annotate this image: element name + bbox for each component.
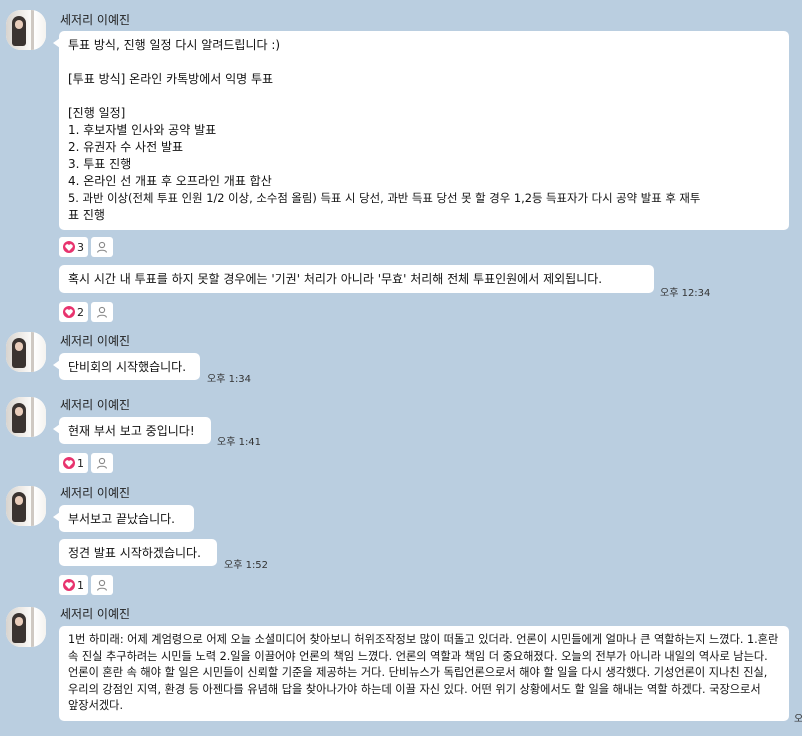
message-blank <box>68 88 780 105</box>
heart-icon <box>63 306 75 318</box>
add-reaction-button[interactable] <box>91 237 113 257</box>
reaction-bar: 1 <box>59 453 113 473</box>
heart-icon <box>63 241 75 253</box>
message-line: [진행 일정] <box>68 106 126 120</box>
reaction-count: 1 <box>77 456 84 470</box>
message-blank <box>68 54 780 71</box>
message-time: 오후 1:41 <box>217 437 262 448</box>
message-text: 부서보고 끝났습니다. <box>68 512 175 526</box>
message-time: 오후 12:34 <box>660 288 711 299</box>
sender-name: 세저리 이예진 <box>60 334 131 348</box>
message-line: 3. 투표 진행 <box>68 157 132 171</box>
heart-reaction-button[interactable]: 2 <box>59 302 88 322</box>
message-line: 5. 과반 이상(전체 투표 인원 1/2 이상, 소수점 올림) 득표 시 당… <box>68 191 701 205</box>
message-bubble[interactable]: 단비회의 시작했습니다. <box>53 353 200 380</box>
sender-name: 세저리 이예진 <box>60 486 131 500</box>
reaction-count: 2 <box>77 305 84 319</box>
message-text: 정견 발표 시작하겠습니다. <box>68 546 201 560</box>
avatar[interactable] <box>6 486 46 526</box>
message-bubble[interactable]: 혹시 시간 내 투표를 하지 못할 경우에는 '기권' 처리가 아니라 '무효'… <box>59 265 654 293</box>
heart-reaction-button[interactable]: 1 <box>59 453 88 473</box>
reaction-count: 3 <box>77 240 84 254</box>
person-icon <box>96 306 108 318</box>
add-reaction-button[interactable] <box>91 453 113 473</box>
message-line: 표 진행 <box>68 208 105 222</box>
message-text: 혹시 시간 내 투표를 하지 못할 경우에는 '기권' 처리가 아니라 '무효'… <box>68 272 603 286</box>
add-reaction-button[interactable] <box>91 575 113 595</box>
person-icon <box>96 241 108 253</box>
message-text: 1번 하미래: 어제 계엄령으로 어제 오늘 소셜미디어 찾아보니 허위조작정보… <box>68 633 779 712</box>
add-reaction-button[interactable] <box>91 302 113 322</box>
message-text: 현재 부서 보고 중입니다! <box>68 424 195 438</box>
reaction-bar: 2 <box>59 302 113 322</box>
heart-icon <box>63 457 75 469</box>
reaction-bar: 3 <box>59 237 113 257</box>
person-icon <box>96 457 108 469</box>
message-time: 오후 1:34 <box>207 374 252 385</box>
reaction-count: 1 <box>77 578 84 592</box>
message-line: 2. 유권자 수 사전 발표 <box>68 140 184 154</box>
avatar[interactable] <box>6 332 46 372</box>
heart-reaction-button[interactable]: 3 <box>59 237 88 257</box>
message-line: [투표 방식] 온라인 카톡방에서 익명 투표 <box>68 72 274 86</box>
message-time: 오후 1:52 <box>224 560 269 571</box>
heart-icon <box>63 579 75 591</box>
sender-name: 세저리 이예진 <box>60 607 131 621</box>
message-bubble[interactable]: 정견 발표 시작하겠습니다. <box>59 539 217 566</box>
avatar[interactable] <box>6 397 46 437</box>
reaction-bar: 1 <box>59 575 113 595</box>
person-icon <box>96 579 108 591</box>
avatar[interactable] <box>6 607 46 647</box>
message-line: 1. 후보자별 인사와 공약 발표 <box>68 123 217 137</box>
message-bubble[interactable]: 부서보고 끝났습니다. <box>53 505 194 532</box>
heart-reaction-button[interactable]: 1 <box>59 575 88 595</box>
avatar[interactable] <box>6 10 46 50</box>
message-time: 오 <box>794 714 802 725</box>
message-bubble[interactable]: 투표 방식, 진행 일정 다시 알려드립니다 :) [투표 방식] 온라인 카톡… <box>53 31 789 230</box>
message-line: 투표 방식, 진행 일정 다시 알려드립니다 :) <box>68 38 281 52</box>
sender-name: 세저리 이예진 <box>60 398 131 412</box>
message-bubble[interactable]: 현재 부서 보고 중입니다! <box>53 417 211 444</box>
sender-name: 세저리 이예진 <box>60 13 131 27</box>
message-line: 4. 온라인 선 개표 후 오프라인 개표 합산 <box>68 174 272 188</box>
message-bubble[interactable]: 1번 하미래: 어제 계엄령으로 어제 오늘 소셜미디어 찾아보니 허위조작정보… <box>59 626 789 721</box>
message-text: 단비회의 시작했습니다. <box>68 360 187 374</box>
